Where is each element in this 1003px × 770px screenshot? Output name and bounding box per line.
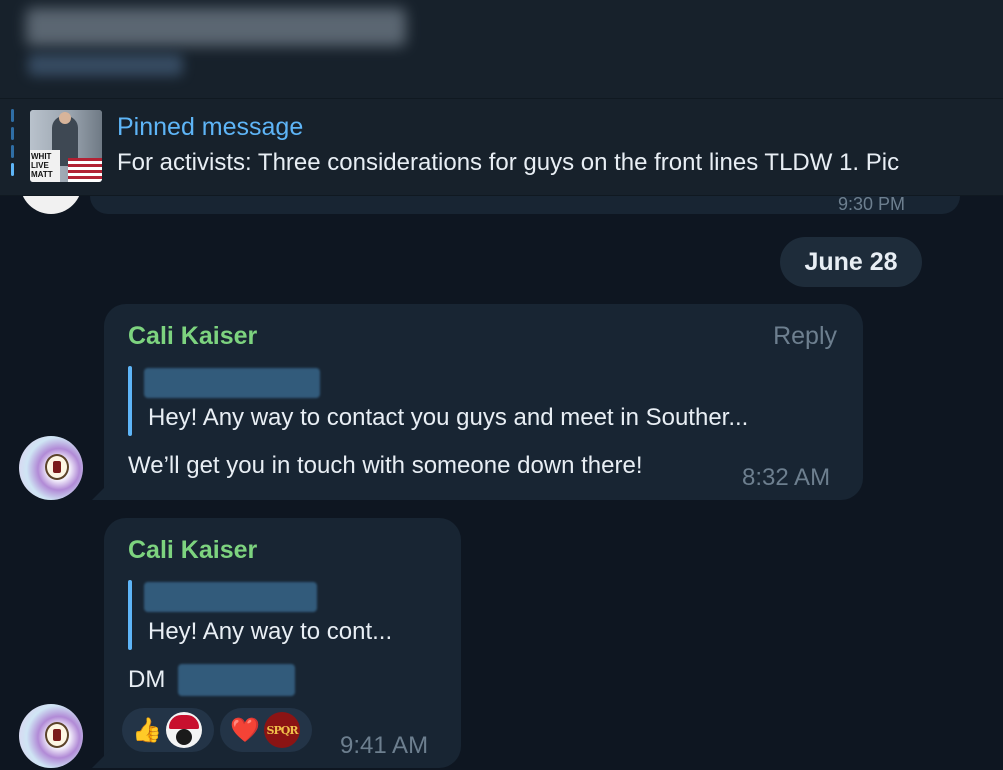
redacted-username	[178, 664, 295, 696]
reaction-heart[interactable]: ❤️ SPQR	[220, 708, 312, 752]
pin-indicator-segment	[11, 109, 14, 122]
sender-avatar[interactable]	[19, 704, 83, 768]
message-time: 9:41 AM	[340, 732, 429, 759]
message-time: 8:32 AM	[742, 464, 831, 491]
redacted-chat-subtitle	[28, 54, 183, 76]
redacted-chat-title	[26, 8, 406, 46]
sender-avatar[interactable]	[19, 436, 83, 500]
pinned-message-thumbnail[interactable]: WHIT LIVE MATT	[30, 110, 102, 182]
reaction-thumbs-up[interactable]: 👍	[122, 708, 214, 752]
pin-indicator-active-segment	[11, 163, 14, 176]
chat-window: 9:30 PM WHIT LIVE MATT Pinned message Fo…	[0, 0, 1003, 770]
quote-bar	[128, 366, 132, 436]
message-text: DM	[128, 666, 166, 693]
heart-icon: ❤️	[230, 716, 260, 744]
message-bubble[interactable]: Cali Kaiser Hey! Any way to cont... DM 👍…	[92, 518, 461, 768]
avatar-emblem-icon	[45, 454, 69, 480]
pinned-message-preview: For activists: Three considerations for …	[117, 149, 900, 176]
avatar-emblem-icon	[45, 722, 69, 748]
masked-user-avatar	[166, 712, 202, 748]
message-text: We’ll get you in touch with someone down…	[128, 452, 643, 479]
pinned-message-title: Pinned message	[117, 113, 304, 141]
message-bubble[interactable]: Cali Kaiser Reply Hey! Any way to contac…	[92, 304, 863, 500]
pin-indicator-segment	[11, 127, 14, 140]
sender-name[interactable]: Cali Kaiser	[128, 536, 257, 565]
quoted-message-text[interactable]: Hey! Any way to contact you guys and mee…	[148, 404, 748, 432]
spqr-avatar: SPQR	[264, 712, 300, 748]
chat-header[interactable]	[0, 0, 1003, 98]
date-divider: June 28	[780, 237, 922, 287]
reply-button[interactable]: Reply	[773, 322, 837, 351]
pin-indicator-segment	[11, 145, 14, 158]
quoted-message-text[interactable]: Hey! Any way to cont...	[148, 618, 392, 646]
redacted-quote-author	[144, 582, 317, 612]
quote-bar	[128, 580, 132, 650]
thumbnail-sign-text: WHIT LIVE MATT	[30, 150, 60, 182]
previous-message-time: 9:30 PM	[838, 194, 906, 214]
thumbs-up-icon: 👍	[132, 716, 162, 744]
redacted-quote-author	[144, 368, 320, 398]
pinned-message-bar[interactable]: WHIT LIVE MATT Pinned message For activi…	[0, 98, 1003, 196]
sender-name[interactable]: Cali Kaiser	[128, 322, 257, 351]
